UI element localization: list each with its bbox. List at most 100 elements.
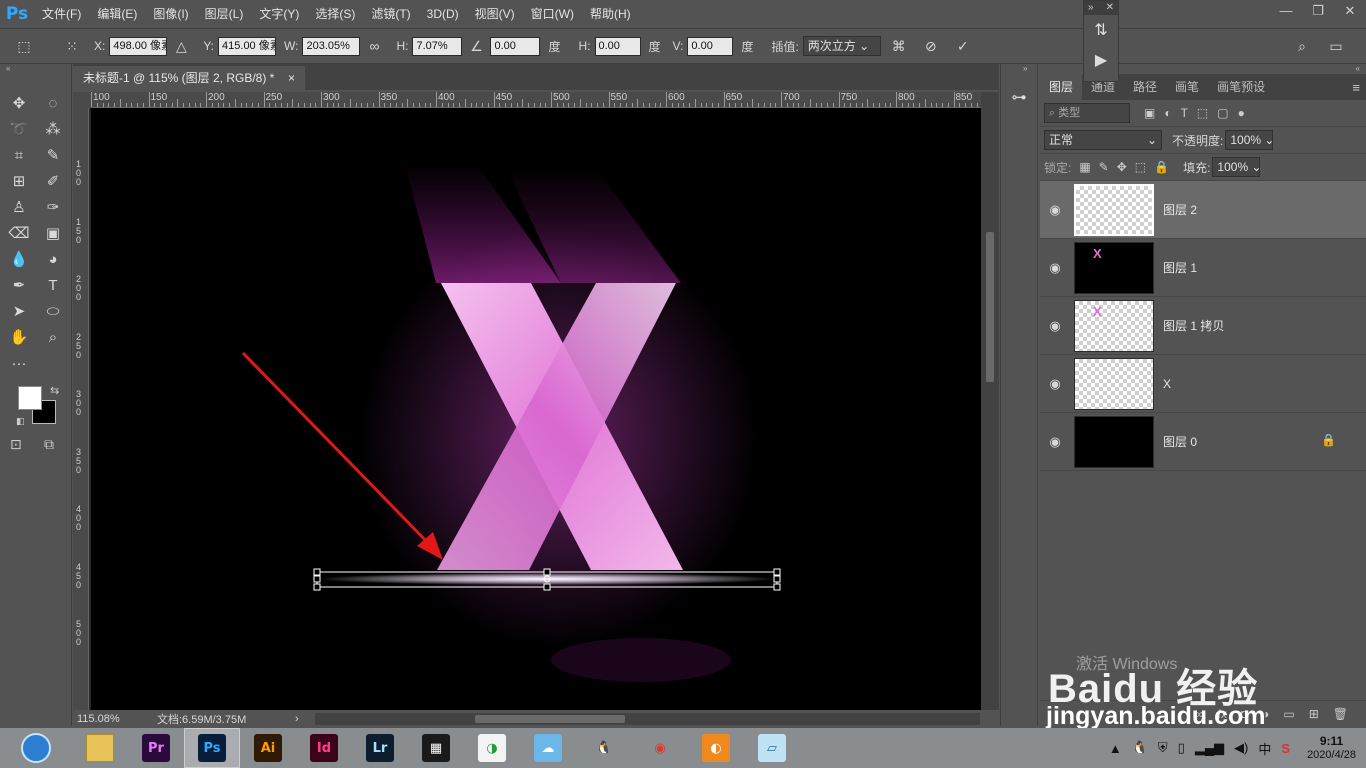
restore-button[interactable]: ❐	[1302, 0, 1334, 22]
y-field[interactable]: 415.00 像素	[218, 36, 277, 56]
layer-row[interactable]: ◉ 图层 0 🔒	[1040, 413, 1366, 471]
interpolation-select[interactable]: 两次立方 ⌄	[802, 36, 881, 56]
taskbar-indesign[interactable]: Id	[296, 728, 352, 768]
minimize-button[interactable]: —	[1270, 0, 1302, 22]
taskbar-illustrator[interactable]: Ai	[240, 728, 296, 768]
zoom-level[interactable]: 115.08%	[77, 713, 157, 725]
workspace-icon[interactable]: ▭	[1326, 36, 1346, 56]
panel-menu-icon[interactable]: ≡	[1352, 80, 1360, 95]
x-field[interactable]: 498.00 像素	[109, 36, 168, 56]
layer-thumbnail[interactable]	[1074, 415, 1154, 468]
tray-battery-icon[interactable]: ▯	[1178, 740, 1185, 756]
w-field[interactable]: 203.05%	[302, 36, 361, 56]
vskew-field[interactable]: 0.00	[687, 36, 734, 56]
dodge-tool-icon[interactable]: ◕	[36, 246, 70, 272]
menu-item-0[interactable]: 文件(F)	[34, 0, 89, 28]
layer-name[interactable]: X	[1163, 377, 1171, 391]
pen-tool-icon[interactable]: ✒	[2, 272, 36, 298]
search-icon[interactable]: ⌕	[1292, 36, 1312, 56]
screen-mode-icon[interactable]: ⧉	[44, 436, 54, 453]
handle-middle-right[interactable]	[773, 575, 781, 583]
opacity-field[interactable]: 100% ⌄	[1225, 130, 1274, 150]
menu-item-3[interactable]: 图层(L)	[197, 0, 252, 28]
magic-wand-tool-icon[interactable]: ⁂	[36, 116, 70, 142]
handle-middle-left[interactable]	[313, 575, 321, 583]
menu-item-1[interactable]: 编辑(E)	[89, 0, 145, 28]
layer-thumbnail[interactable]	[1074, 183, 1154, 236]
vertical-scrollbar[interactable]	[981, 92, 999, 710]
blur-tool-icon[interactable]: 💧	[2, 246, 36, 272]
hand-tool-icon[interactable]: ✋	[2, 324, 36, 350]
document-canvas[interactable]	[91, 108, 981, 710]
close-button[interactable]: ✕	[1334, 0, 1366, 22]
visibility-eye-icon[interactable]: ◉	[1040, 318, 1070, 334]
fill-field[interactable]: 100% ⌄	[1212, 157, 1262, 177]
start-button[interactable]	[0, 728, 72, 768]
tray-network-icon[interactable]: ▂▄▆	[1195, 740, 1224, 756]
taskbar-chrome[interactable]: ◉	[632, 728, 688, 768]
healing-brush-tool-icon[interactable]: ⊞	[2, 168, 36, 194]
document-tab[interactable]: 未标题-1 @ 115% (图层 2, RGB/8) * ×	[73, 66, 305, 90]
transform-tool-icon[interactable]: ⬚	[14, 36, 34, 56]
marquee-tool-icon[interactable]: ◌	[36, 90, 70, 116]
layer-row[interactable]: ◉ 图层 2	[1040, 181, 1366, 239]
menu-item-8[interactable]: 视图(V)	[467, 0, 523, 28]
tray-volume-icon[interactable]: ◀)	[1234, 740, 1248, 756]
tray-expand-icon[interactable]: ▲	[1109, 741, 1122, 756]
menu-item-6[interactable]: 滤镜(T)	[363, 0, 418, 28]
taskbar-color-app[interactable]: ◑	[464, 728, 520, 768]
handle-bottom-center[interactable]	[543, 583, 551, 591]
hskew-field[interactable]: 0.00	[594, 36, 641, 56]
history-brush-tool-icon[interactable]: ✑	[36, 194, 70, 220]
status-menu-arrow-icon[interactable]: ›	[295, 713, 299, 725]
panel-tab-2[interactable]: 路径	[1124, 74, 1166, 100]
handle-top-right[interactable]	[773, 568, 781, 576]
taskbar-qq[interactable]: 🐧	[576, 728, 632, 768]
add-mask-icon[interactable]: ◘	[1241, 707, 1248, 721]
lock-icons[interactable]: ▦✎✥⬚🔒	[1079, 160, 1177, 174]
horizontal-scrollbar[interactable]	[315, 713, 980, 725]
dock-collapse-icon[interactable]: »	[1001, 64, 1037, 74]
layer-row[interactable]: ◉ X	[1040, 355, 1366, 413]
layer-style-icon[interactable]: fx	[1218, 707, 1227, 721]
menu-item-7[interactable]: 3D(D)	[419, 0, 467, 28]
lasso-tool-icon[interactable]: ➰	[2, 116, 36, 142]
taskbar-chat-app[interactable]: ☁	[520, 728, 576, 768]
panel-tab-0[interactable]: 图层	[1040, 74, 1083, 100]
layer-thumbnail[interactable]: X	[1074, 241, 1154, 294]
default-colors-icon[interactable]: ◧	[16, 416, 25, 427]
quick-mask-icon[interactable]: ⊡	[10, 436, 22, 453]
layer-name[interactable]: 图层 1 拷贝	[1163, 317, 1224, 334]
mini-panel-bar[interactable]: » ✕	[1084, 1, 1118, 15]
handle-top-center[interactable]	[543, 568, 551, 576]
taskbar-photoshop[interactable]: Ps	[184, 728, 240, 768]
zoom-tool-icon[interactable]: ⌕	[36, 324, 70, 350]
visibility-eye-icon[interactable]: ◉	[1040, 434, 1070, 450]
blend-mode-select[interactable]: 正常 ⌄	[1044, 130, 1162, 150]
vertical-scroll-thumb[interactable]	[986, 232, 994, 382]
visibility-eye-icon[interactable]: ◉	[1040, 260, 1070, 276]
delete-layer-icon[interactable]: 🗑	[1333, 707, 1348, 721]
tray-ime-indicator[interactable]: 中	[1258, 739, 1271, 758]
expand-icon[interactable]: »	[1088, 1, 1094, 15]
tray-security-icon[interactable]: ⛨	[1158, 740, 1168, 756]
panel-tab-3[interactable]: 画笔	[1166, 74, 1208, 100]
new-layer-icon[interactable]: ⊞	[1309, 707, 1319, 721]
crop-tool-icon[interactable]: ⌗	[2, 142, 36, 168]
path-selection-tool-icon[interactable]: ➤	[2, 298, 36, 324]
clone-stamp-tool-icon[interactable]: ♙	[2, 194, 36, 220]
type-tool-icon[interactable]: T	[36, 272, 70, 298]
document-tab-close-icon[interactable]: ×	[288, 66, 295, 90]
visibility-eye-icon[interactable]: ◉	[1040, 376, 1070, 392]
clock[interactable]: 9:11 2020/4/28	[1307, 734, 1356, 762]
layer-lock-icon[interactable]: 🔒	[1321, 433, 1336, 447]
layer-filter-select[interactable]: ⌕ 类型	[1044, 103, 1130, 123]
taskbar-browser-orange[interactable]: ◐	[688, 728, 744, 768]
handle-top-left[interactable]	[313, 568, 321, 576]
eraser-tool-icon[interactable]: ⌫	[2, 220, 36, 246]
foreground-color[interactable]	[18, 386, 42, 410]
swap-colors-icon[interactable]: ⇆	[50, 384, 59, 397]
horizontal-scroll-thumb[interactable]	[475, 715, 625, 723]
filter-icons[interactable]: ▣◐T⬚▢●	[1144, 106, 1254, 120]
menu-item-2[interactable]: 图像(I)	[145, 0, 196, 28]
